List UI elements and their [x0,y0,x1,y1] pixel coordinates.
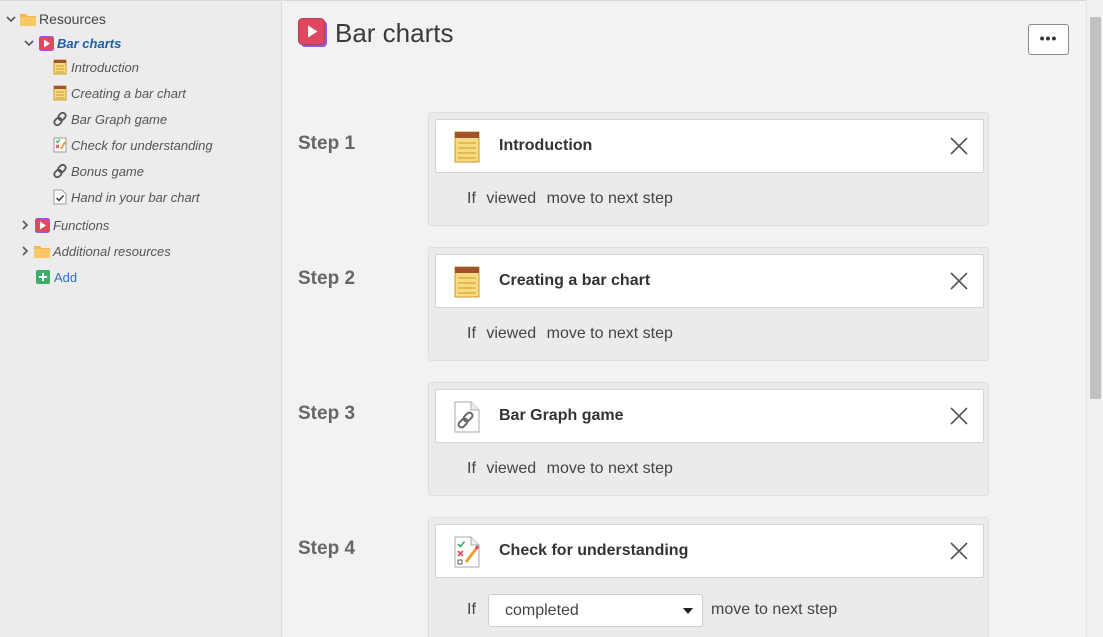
cond-if: If [467,601,476,618]
main-content: Bar charts ••• Step 1 Introduction If vi… [283,0,1086,637]
sidebar-item-hand-in-your-bar-chart[interactable]: Hand in your bar chart [52,186,200,208]
condition-select-value: completed [505,601,579,619]
cond-value: viewed [486,325,537,342]
notepad-icon [453,265,481,299]
scrollbar-thumb[interactable] [1090,17,1101,399]
sidebar-item-introduction[interactable]: Introduction [52,56,139,78]
page-title: Bar charts [335,18,454,48]
assignment-icon [52,189,68,205]
step-label: Step 4 [298,538,356,559]
more-options-button[interactable]: ••• [1028,24,1069,55]
step-panel: Check for understanding If completed mov… [428,517,989,637]
notepad-icon [453,130,481,164]
chevron-down-icon[interactable] [4,14,18,24]
add-label: Add [54,269,78,285]
sidebar-item-additional-resources[interactable]: Additional resources [18,240,171,262]
quiz-icon [453,535,481,569]
sidebar-item-bar-charts[interactable]: Bar charts [22,32,121,54]
step-label: Step 2 [298,268,356,289]
step-condition-action: move to next step [711,601,837,619]
close-icon[interactable] [948,540,970,562]
step-condition: If viewed move to next step [467,460,673,478]
sidebar-item-label: Additional resources [53,243,171,259]
lesson-play-icon [34,217,50,233]
cond-if: If [467,190,476,207]
sidebar-item-label: Bar Graph game [71,111,168,127]
chevron-right-icon[interactable] [18,220,32,230]
sidebar-item-bar-graph-game[interactable]: Bar Graph game [52,108,167,130]
tree-root-label: Resources [39,11,106,27]
caret-down-icon [683,608,693,614]
close-icon[interactable] [948,405,970,427]
notepad-icon [52,59,68,75]
cond-action: move to next step [546,460,673,477]
scrollbar[interactable] [1086,0,1103,637]
sidebar: Resources Bar charts Introduction Creati… [0,0,282,637]
step-panel: Introduction If viewed move to next step [428,112,989,226]
cond-if: If [467,325,476,342]
sidebar-item-check-for-understanding[interactable]: Check for understanding [52,134,213,156]
folder-icon [34,243,50,259]
sidebar-item-label: Check for understanding [71,137,213,153]
step-card[interactable]: Check for understanding [435,524,984,578]
sidebar-item-label: Functions [53,217,110,233]
sidebar-item-label: Creating a bar chart [71,85,186,101]
step-name: Introduction [499,137,593,154]
sidebar-item-functions[interactable]: Functions [18,214,109,236]
sidebar-item-label: Bonus game [71,163,144,179]
link-icon [52,163,68,179]
folder-icon [20,11,36,27]
cond-action: move to next step [711,601,838,618]
sidebar-item-label: Hand in your bar chart [71,189,200,205]
step-panel: Bar Graph game If viewed move to next st… [428,382,989,496]
step-label: Step 3 [298,403,356,424]
sidebar-add-button[interactable]: Add [35,266,77,288]
step-panel: Creating a bar chart If viewed move to n… [428,247,989,361]
link-icon [52,111,68,127]
chevron-right-icon[interactable] [18,246,32,256]
step-condition: If [467,601,476,619]
cond-if: If [467,460,476,477]
step-card[interactable]: Introduction [435,119,984,173]
step-card[interactable]: Bar Graph game [435,389,984,443]
cond-action: move to next step [546,190,673,207]
close-icon[interactable] [948,270,970,292]
close-icon[interactable] [948,135,970,157]
step-condition: If viewed move to next step [467,325,673,343]
step-name: Creating a bar chart [499,272,651,289]
sidebar-item-label: Bar charts [57,35,122,51]
step-name: Bar Graph game [499,407,624,424]
sidebar-item-label: Introduction [71,59,139,75]
lesson-play-icon [38,35,54,51]
quiz-icon [52,137,68,153]
sidebar-item-bonus-game[interactable]: Bonus game [52,160,144,182]
tree-root-resources[interactable]: Resources [4,8,106,30]
notepad-icon [52,85,68,101]
condition-select[interactable]: completed [488,594,703,627]
more-label: ••• [1039,29,1058,46]
chevron-down-icon[interactable] [22,38,36,48]
step-card[interactable]: Creating a bar chart [435,254,984,308]
step-name: Check for understanding [499,542,689,559]
plus-icon [35,269,51,285]
cond-value: viewed [486,190,537,207]
link-file-icon [453,400,481,434]
step-condition: If viewed move to next step [467,190,673,208]
step-label: Step 1 [298,133,356,154]
lesson-play-icon [298,18,328,53]
cond-value: viewed [486,460,537,477]
cond-action: move to next step [546,325,673,342]
sidebar-item-creating-a-bar-chart[interactable]: Creating a bar chart [52,82,186,104]
